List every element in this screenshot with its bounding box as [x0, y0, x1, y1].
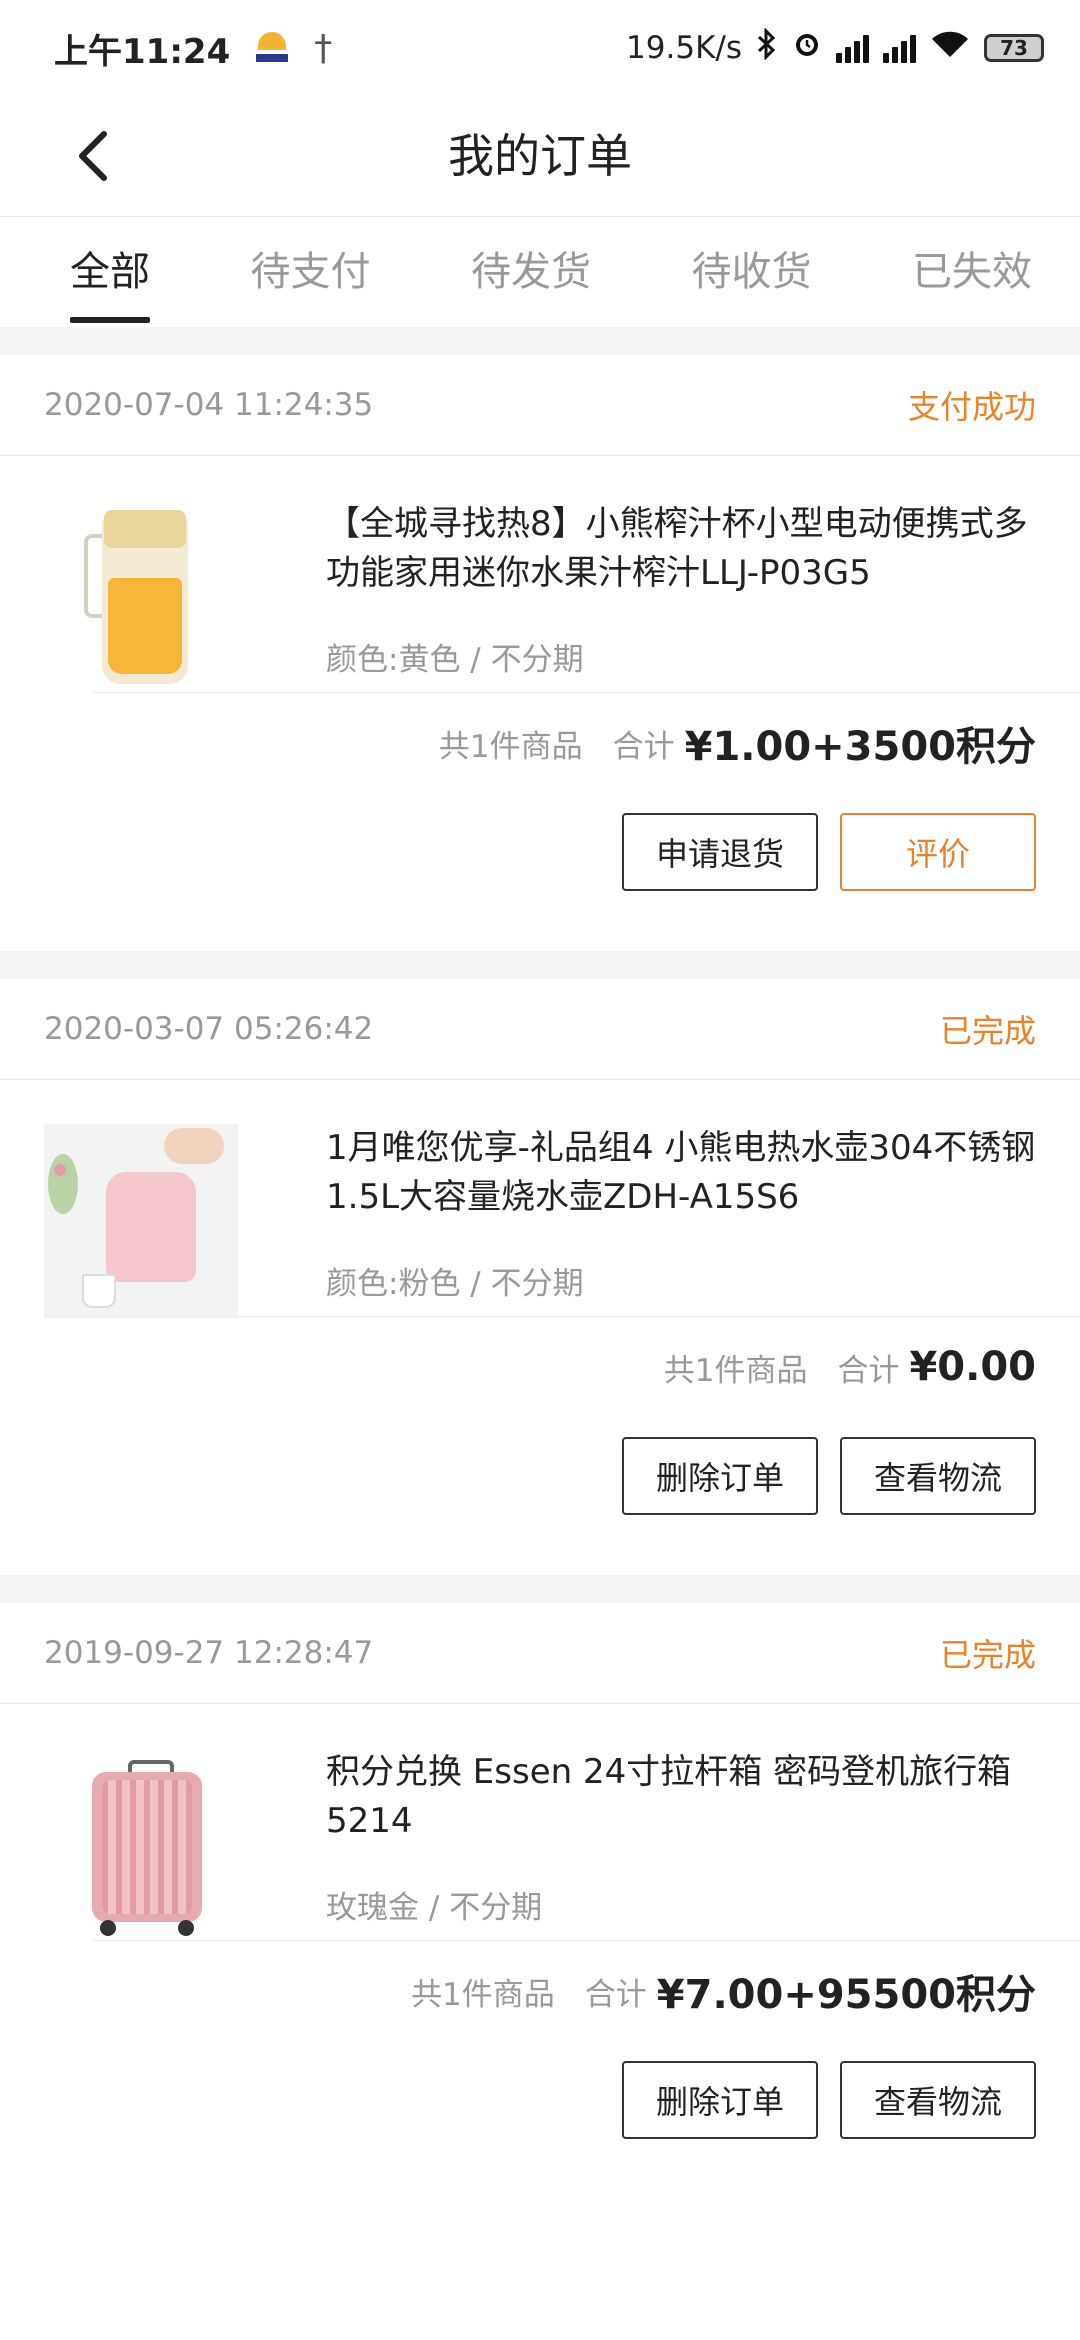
- nav-bar: 我的订单: [0, 96, 1080, 217]
- tab-expired[interactable]: 已失效: [912, 217, 1032, 327]
- product-spec: 玫瑰金 / 不分期: [326, 1890, 543, 1926]
- total-label: 合计: [584, 1976, 647, 2013]
- product-title[interactable]: 1月唯您优享-礼品组4 小熊电热水壶304不锈钢1.5L大容量烧水壶ZDH-A1…: [326, 1124, 1050, 1222]
- section-divider: [0, 1575, 1080, 1603]
- view-logistics-button[interactable]: 查看物流: [840, 2061, 1036, 2139]
- product-spec: 颜色:黄色 / 不分期: [326, 642, 584, 678]
- tab-pending-payment[interactable]: 待支付: [251, 217, 371, 327]
- status-left: 上午11:24 †: [54, 24, 332, 73]
- order-actions: 申请退货 评价: [0, 793, 1080, 951]
- product-image-luggage[interactable]: [44, 1748, 238, 1942]
- delete-order-button[interactable]: 删除订单: [622, 1437, 818, 1515]
- order-actions: 删除订单 查看物流: [0, 2041, 1080, 2199]
- product-image-kettle[interactable]: [44, 1124, 238, 1318]
- order-status: 已完成: [939, 1012, 1036, 1050]
- order-item[interactable]: 【全城寻找热8】小熊榨汁杯小型电动便携式多功能家用迷你水果汁榨汁LLJ-P03G…: [0, 456, 1080, 692]
- order-card[interactable]: 2020-07-04 11:24:35 支付成功 【全城寻找热8】小熊榨汁杯小型…: [0, 355, 1080, 951]
- cross-icon: †: [314, 27, 333, 69]
- order-item[interactable]: 1月唯您优享-礼品组4 小熊电热水壶304不锈钢1.5L大容量烧水壶ZDH-A1…: [0, 1080, 1080, 1318]
- order-status: 已完成: [939, 1636, 1036, 1674]
- order-card[interactable]: 2020-03-07 05:26:42 已完成 1月唯您优享-礼品组4 小熊电热…: [0, 979, 1080, 1575]
- section-divider: [0, 327, 1080, 355]
- product-image-juicer[interactable]: [44, 500, 238, 694]
- request-return-button[interactable]: 申请退货: [622, 813, 818, 891]
- bluetooth-icon: [756, 27, 778, 68]
- order-header: 2019-09-27 12:28:47 已完成: [0, 1603, 1080, 1704]
- item-count: 共1件商品: [411, 1976, 555, 2013]
- status-time: 上午11:24: [54, 31, 231, 72]
- item-count: 共1件商品: [663, 1352, 808, 1389]
- order-header: 2020-07-04 11:24:35 支付成功: [0, 355, 1080, 456]
- order-total: ¥1.00+3500积分: [684, 724, 1036, 770]
- view-logistics-button[interactable]: 查看物流: [840, 1437, 1036, 1515]
- product-info: 积分兑换 Essen 24寸拉杆箱 密码登机旅行箱5214 玫瑰金 / 不分期: [326, 1748, 1080, 1940]
- tab-pending-receipt[interactable]: 待收货: [692, 217, 812, 327]
- product-info: 【全城寻找热8】小熊榨汁杯小型电动便携式多功能家用迷你水果汁榨汁LLJ-P03G…: [326, 500, 1080, 692]
- signal-icon-2: [883, 33, 916, 63]
- item-count: 共1件商品: [438, 728, 583, 765]
- order-time: 2019-09-27 12:28:47: [44, 1635, 374, 1671]
- order-total: ¥7.00+95500积分: [656, 1972, 1036, 2018]
- order-status: 支付成功: [907, 388, 1036, 426]
- order-card[interactable]: 2019-09-27 12:28:47 已完成 积分兑换 Essen 24寸拉杆…: [0, 1603, 1080, 2199]
- order-summary: 共1件商品 合计 ¥1.00+3500积分: [0, 693, 1080, 793]
- tab-pending-shipment[interactable]: 待发货: [471, 217, 591, 327]
- wifi-icon: [930, 29, 970, 67]
- order-time: 2020-03-07 05:26:42: [44, 1011, 374, 1047]
- review-button[interactable]: 评价: [840, 813, 1036, 891]
- order-actions: 删除订单 查看物流: [0, 1417, 1080, 1575]
- order-time: 2020-07-04 11:24:35: [44, 387, 374, 423]
- delete-order-button[interactable]: 删除订单: [622, 2061, 818, 2139]
- signal-icon-1: [836, 33, 869, 63]
- section-divider: [0, 951, 1080, 979]
- product-title[interactable]: 【全城寻找热8】小熊榨汁杯小型电动便携式多功能家用迷你水果汁榨汁LLJ-P03G…: [326, 500, 1050, 598]
- product-info: 1月唯您优享-礼品组4 小熊电热水壶304不锈钢1.5L大容量烧水壶ZDH-A1…: [326, 1124, 1080, 1316]
- product-title[interactable]: 积分兑换 Essen 24寸拉杆箱 密码登机旅行箱5214: [326, 1748, 1050, 1846]
- order-item[interactable]: 积分兑换 Essen 24寸拉杆箱 密码登机旅行箱5214 玫瑰金 / 不分期: [0, 1704, 1080, 1940]
- alarm-icon: [792, 29, 822, 67]
- page-title: 我的订单: [448, 129, 632, 183]
- order-summary: 共1件商品 合计 ¥0.00: [0, 1317, 1080, 1417]
- order-summary: 共1件商品 合计 ¥7.00+95500积分: [0, 1941, 1080, 2041]
- status-right: 19.5K/s 73: [626, 27, 1044, 68]
- status-bar: 上午11:24 † 19.5K/s 73: [0, 0, 1080, 96]
- order-tabs: 全部 待支付 待发货 待收货 已失效: [0, 217, 1080, 327]
- app-notification-icon: [254, 28, 290, 68]
- total-label: 合计: [837, 1352, 900, 1389]
- total-label: 合计: [612, 728, 675, 765]
- tab-all[interactable]: 全部: [70, 217, 150, 327]
- battery-icon: 73: [984, 34, 1044, 62]
- order-header: 2020-03-07 05:26:42 已完成: [0, 979, 1080, 1080]
- product-spec: 颜色:粉色 / 不分期: [326, 1266, 584, 1302]
- network-speed: 19.5K/s: [626, 30, 742, 66]
- order-total: ¥0.00: [909, 1344, 1036, 1390]
